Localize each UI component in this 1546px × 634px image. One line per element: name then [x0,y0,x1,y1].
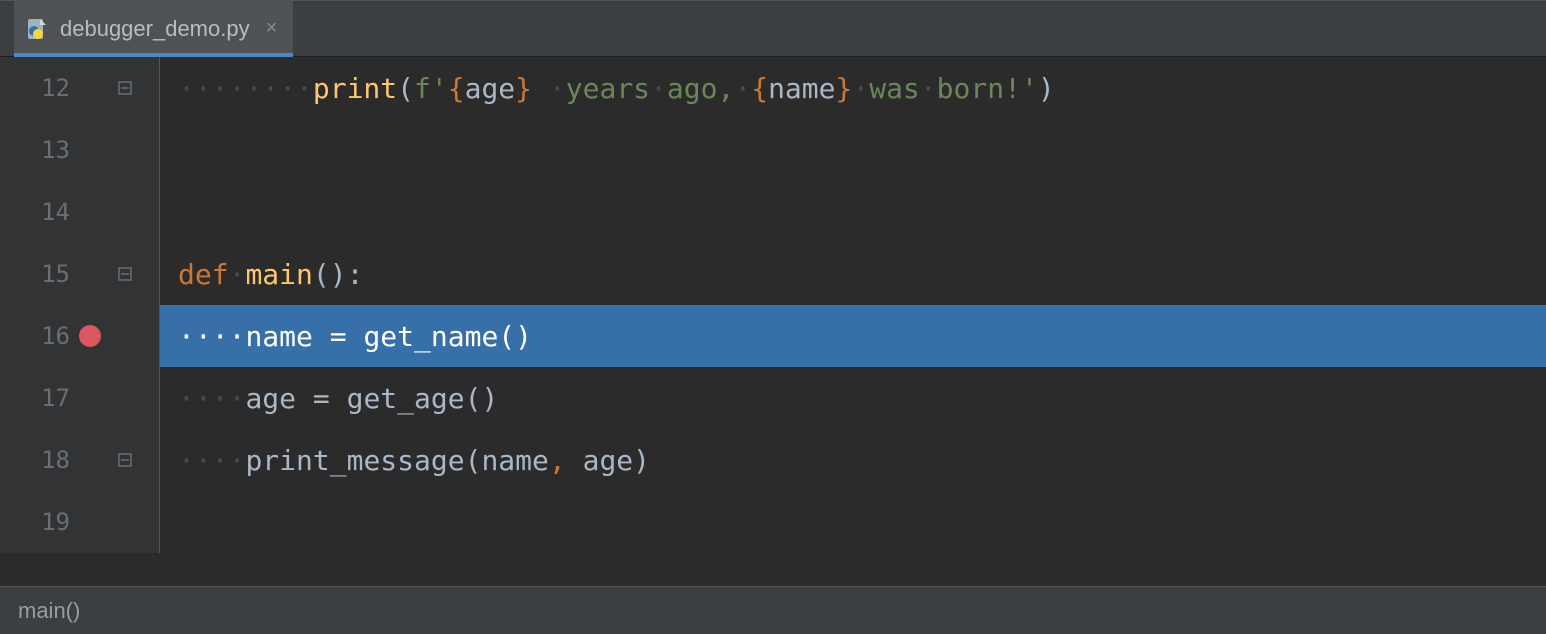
close-icon[interactable]: × [266,17,278,40]
line-number: 13 [0,136,70,164]
code-line[interactable]: 19 [0,491,1546,553]
gutter[interactable]: 18 [0,429,160,491]
line-number: 17 [0,384,70,412]
gutter[interactable]: 15 [0,243,160,305]
code-line[interactable]: 17 ····age = get_age() [0,367,1546,429]
code-line[interactable]: 15 def·main(): [0,243,1546,305]
breadcrumb-bar[interactable]: main() [0,586,1546,634]
code-content[interactable]: ········print(f'{age} ·years·ago,·{name}… [160,57,1546,119]
gutter[interactable]: 17 [0,367,160,429]
editor-tab[interactable]: debugger_demo.py × [14,1,293,56]
breadcrumb-item[interactable]: main() [18,598,80,624]
line-number: 15 [0,260,70,288]
line-number: 19 [0,508,70,536]
code-line[interactable]: 12 ········print(f'{age} ·years·ago,·{nam… [0,57,1546,119]
python-file-icon [24,16,50,42]
line-number: 16 [0,322,70,350]
code-content[interactable] [160,119,1546,181]
fold-toggle[interactable] [110,81,140,95]
code-editor[interactable]: 12 ········print(f'{age} ·years·ago,·{nam… [0,57,1546,586]
ide-root: debugger_demo.py × 12 ········print(f'{ag… [0,0,1546,634]
line-number: 14 [0,198,70,226]
gutter[interactable]: 19 [0,491,160,553]
fold-toggle[interactable] [110,453,140,467]
tab-bar: debugger_demo.py × [0,1,1546,57]
line-number: 12 [0,74,70,102]
code-content[interactable]: ····print_message(name, age) [160,429,1546,491]
code-content[interactable]: ····age = get_age() [160,367,1546,429]
code-line[interactable]: 14 [0,181,1546,243]
code-content[interactable]: def·main(): [160,243,1546,305]
line-number: 18 [0,446,70,474]
gutter[interactable]: 13 [0,119,160,181]
gutter[interactable]: 14 [0,181,160,243]
code-content[interactable] [160,181,1546,243]
code-line[interactable]: 13 [0,119,1546,181]
fold-toggle[interactable] [110,267,140,281]
gutter[interactable]: 12 [0,57,160,119]
breakpoint-icon[interactable] [79,325,101,347]
breakpoint-slot[interactable] [70,325,110,347]
gutter[interactable]: 16 [0,305,160,367]
code-line[interactable]: 18 ····print_message(name, age) [0,429,1546,491]
code-content[interactable]: ····name = get_name() [160,305,1546,367]
code-line[interactable]: 16 ····name = get_name() [0,305,1546,367]
code-content[interactable] [160,491,1546,553]
tab-filename: debugger_demo.py [60,16,250,42]
